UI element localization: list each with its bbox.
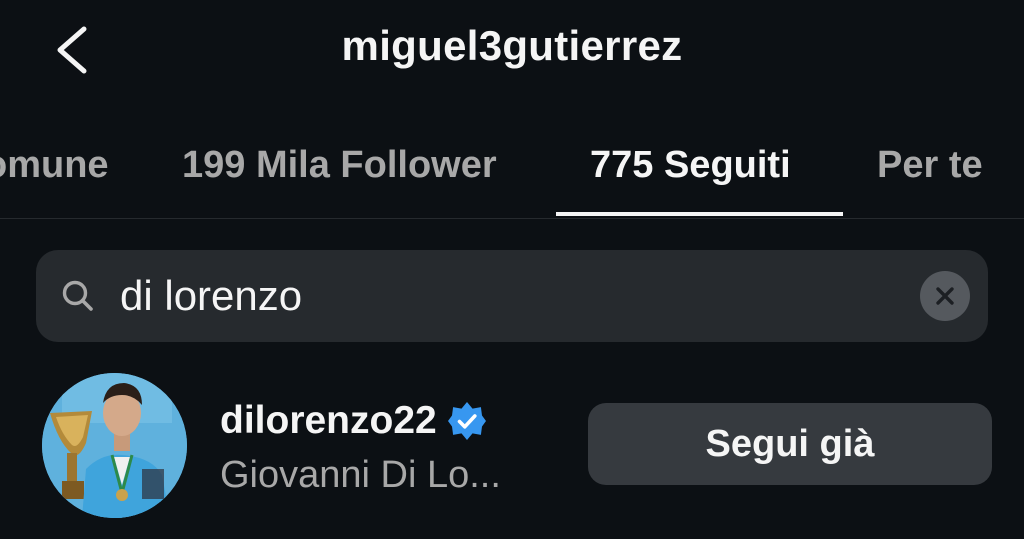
avatar-photo: [42, 373, 187, 518]
search-icon: [62, 280, 93, 311]
clear-icon: [936, 287, 954, 305]
verified-badge-icon: [447, 402, 486, 440]
active-tab-indicator: [556, 212, 843, 216]
tab-for-you[interactable]: Per te: [877, 144, 983, 187]
tabs-divider: [0, 218, 1024, 219]
avatar[interactable]: [42, 373, 187, 518]
header: miguel3gutierrez: [0, 0, 1024, 100]
full-name: Giovanni Di Lo...: [220, 454, 501, 496]
tab-following[interactable]: 775 Seguiti: [590, 144, 791, 187]
user-result-row[interactable]: dilorenzo22 Giovanni Di Lo... Segui già: [0, 366, 1024, 539]
tab-followers[interactable]: 199 Mila Follower: [182, 144, 497, 187]
page-title: miguel3gutierrez: [341, 22, 683, 69]
username-line: dilorenzo22: [220, 396, 487, 446]
username[interactable]: dilorenzo22: [220, 399, 437, 443]
search-bar[interactable]: [36, 250, 988, 342]
tab-common[interactable]: omune: [0, 144, 109, 187]
tab-bar: omune 199 Mila Follower 775 Seguiti Per …: [0, 120, 1024, 220]
clear-search-button[interactable]: [920, 271, 970, 321]
search-input[interactable]: [120, 264, 920, 328]
following-button[interactable]: Segui già: [588, 403, 992, 485]
